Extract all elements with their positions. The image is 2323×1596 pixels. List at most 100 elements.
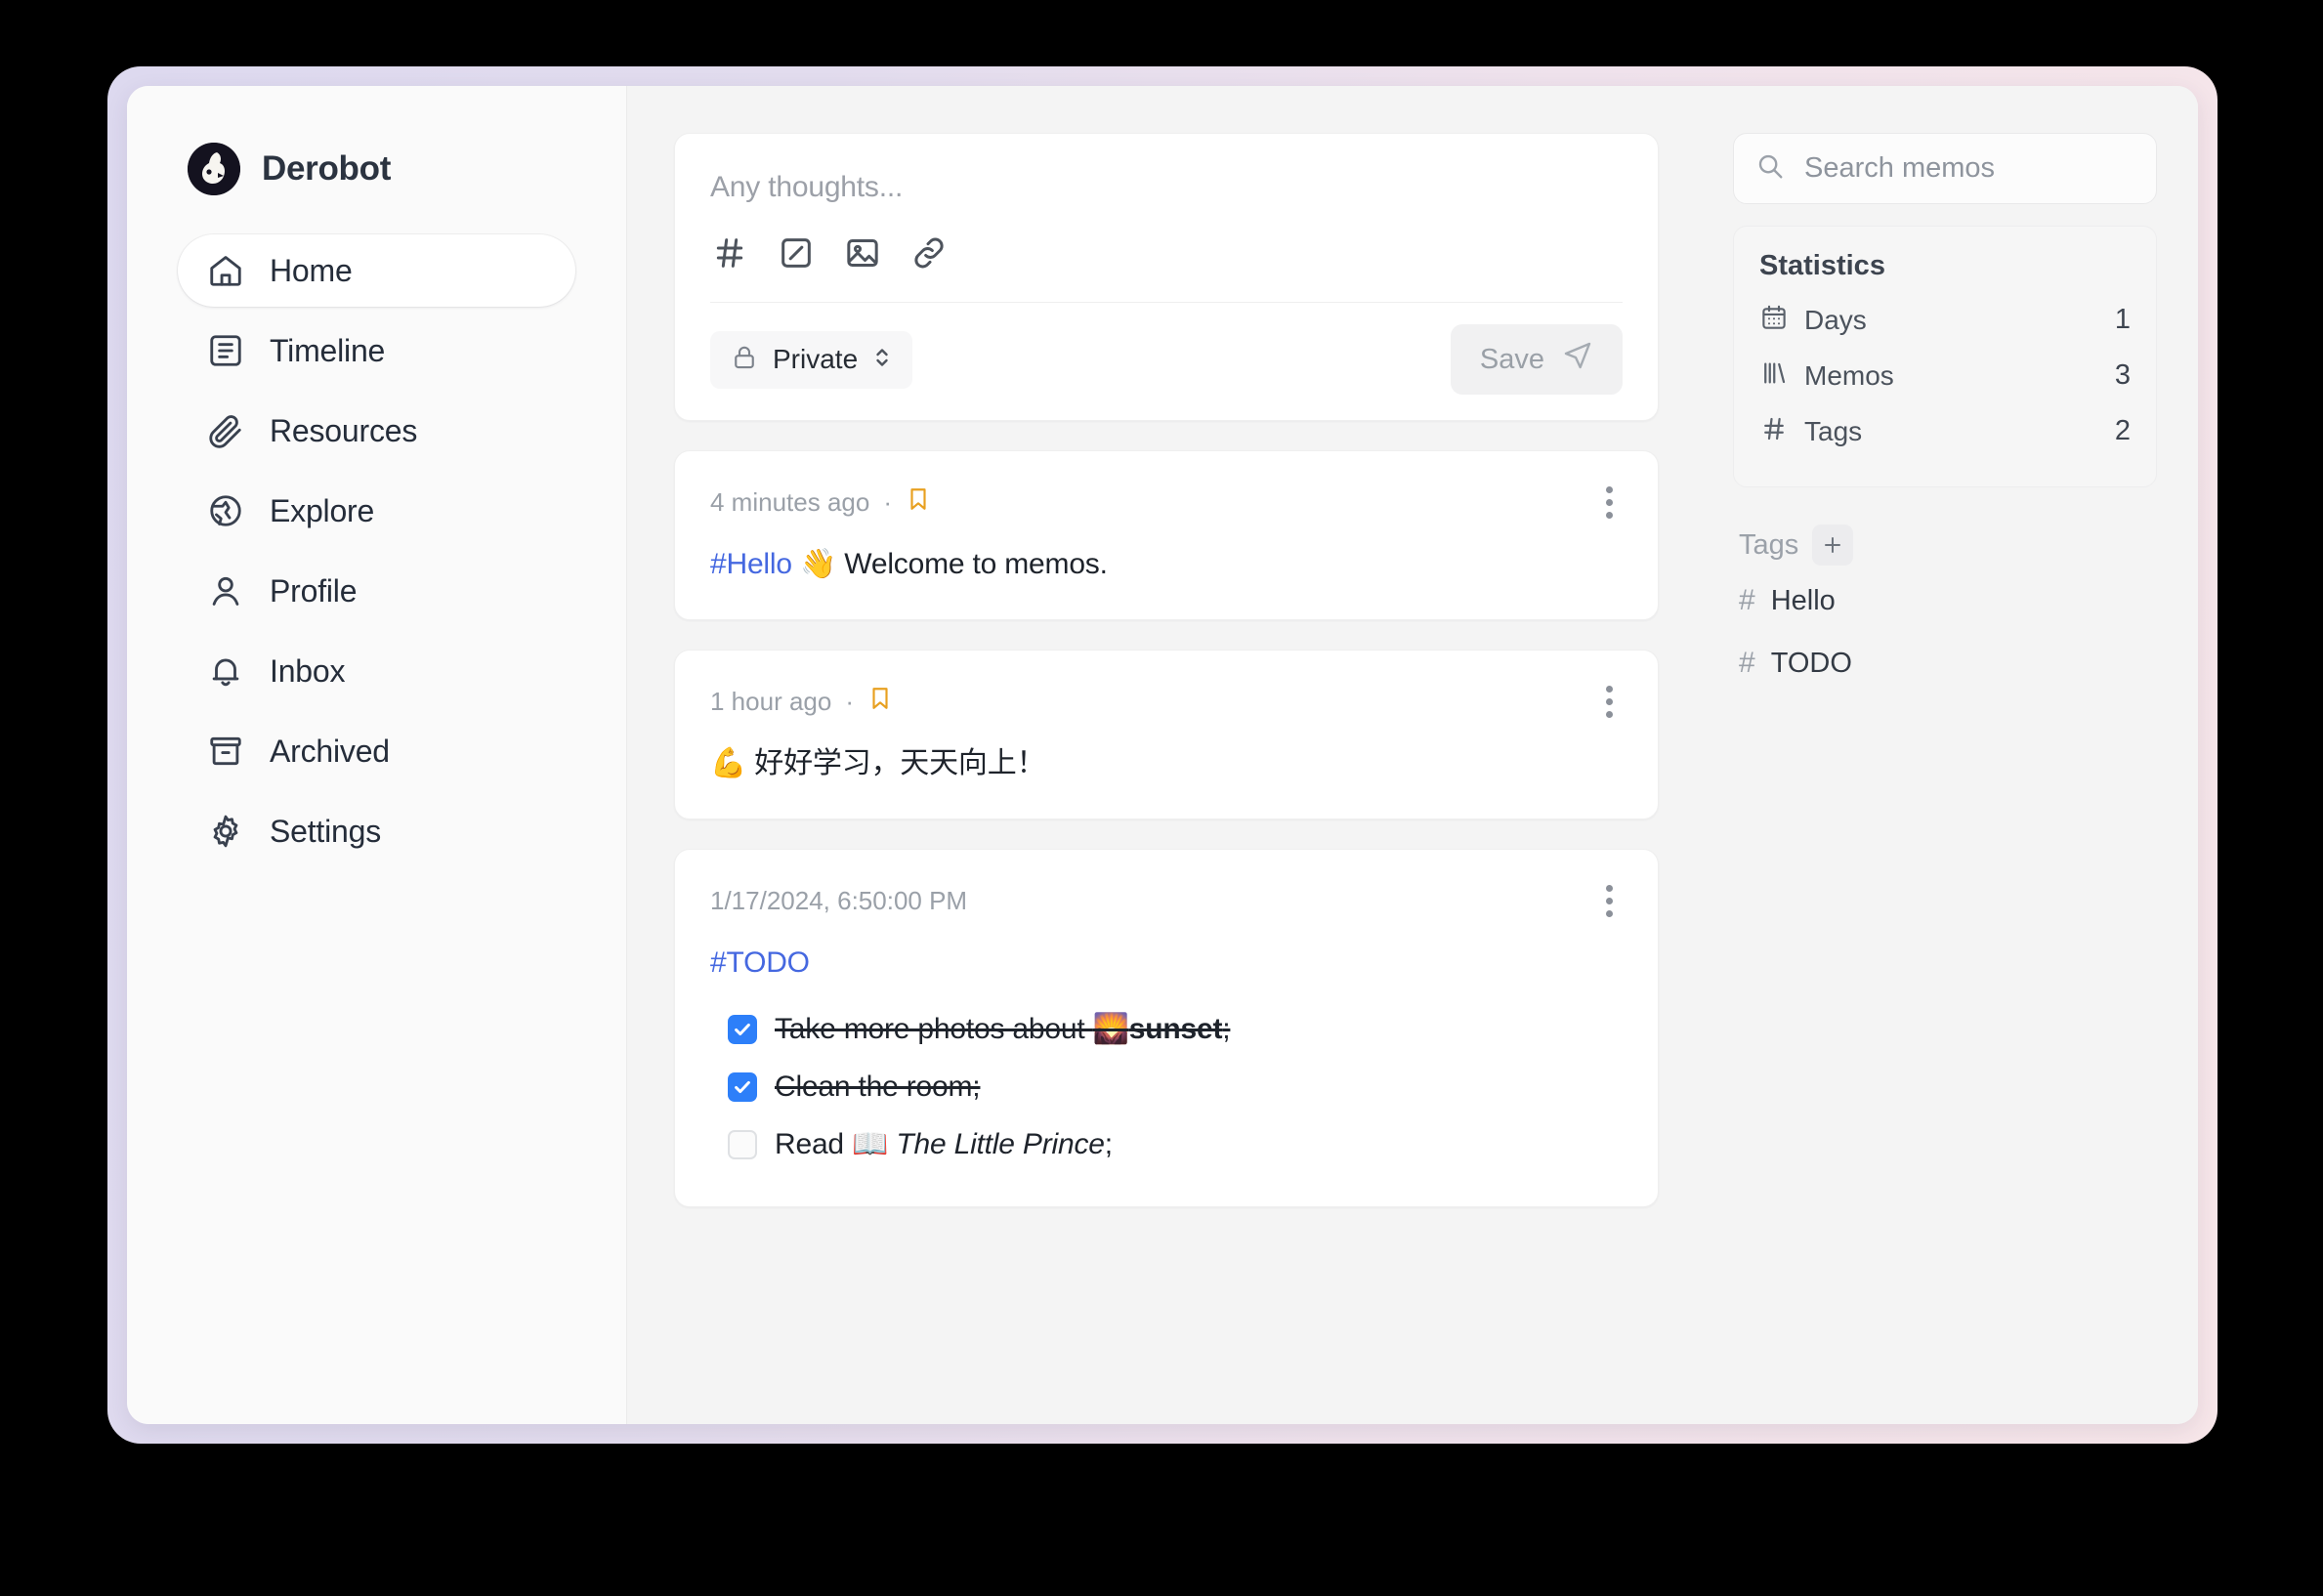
visibility-label: Private — [773, 344, 859, 374]
globe-icon — [207, 492, 244, 529]
hash-icon[interactable] — [710, 233, 749, 273]
memo-menu-button[interactable] — [1595, 879, 1623, 923]
memo-header: 1 hour ago · — [710, 680, 1623, 724]
tags-title: Tags — [1739, 528, 1799, 561]
sidebar-nav: Home Timeline Resources Explore Profile … — [178, 234, 575, 867]
lock-icon — [730, 343, 759, 377]
memo-input[interactable]: Any thoughts... — [710, 167, 1623, 233]
tag-label: TODO — [1770, 647, 1852, 679]
sidebar-item-archived[interactable]: Archived — [178, 715, 575, 787]
memo-header: 4 minutes ago · — [710, 481, 1623, 525]
stat-value: 3 — [2114, 359, 2131, 391]
main-content: Any thoughts... Private Save 4 minutes a… — [627, 86, 1698, 1424]
link-icon[interactable] — [909, 233, 949, 273]
stat-row-days[interactable]: Days 1 — [1759, 292, 2131, 348]
sidebar-item-label: Timeline — [270, 332, 386, 368]
memo-header: 1/17/2024, 6:50:00 PM — [710, 879, 1623, 923]
meta-separator: · — [883, 487, 892, 517]
task-text: Take more photos about 🌄sunset; — [775, 1013, 1231, 1045]
sidebar-item-timeline[interactable]: Timeline — [178, 315, 575, 387]
checkbox-checked-icon[interactable] — [728, 1071, 757, 1102]
avatar — [188, 143, 240, 195]
gear-icon — [207, 813, 244, 850]
save-label: Save — [1479, 343, 1544, 375]
right-sidebar: Statistics Days 1 — [1698, 86, 2198, 1424]
brand-header[interactable]: Derobot — [178, 143, 575, 195]
tag-item-todo[interactable]: # TODO — [1733, 632, 2157, 694]
tag-item-hello[interactable]: # Hello — [1733, 569, 2157, 632]
hash-icon: # — [1739, 584, 1755, 616]
user-icon — [207, 572, 244, 609]
chevron-updown-icon — [871, 343, 893, 377]
window-frame: Derobot Home Timeline Resources Explore … — [107, 66, 2217, 1444]
memo-card: 1/17/2024, 6:50:00 PM #TODO Take more ph… — [674, 849, 1659, 1207]
sidebar-item-label: Explore — [270, 492, 375, 528]
task-item: Clean the room; — [710, 1058, 1623, 1115]
stat-label: Days — [1804, 304, 1867, 335]
send-icon — [1562, 340, 1593, 379]
stat-row-tags[interactable]: Tags 2 — [1759, 403, 2131, 459]
memo-card: 1 hour ago · 💪 好好学习，天天向上！ — [674, 650, 1659, 819]
bookmark-icon[interactable] — [906, 484, 931, 521]
image-icon[interactable] — [843, 233, 882, 273]
statistics-panel: Statistics Days 1 Memos 3 Tags 2 — [1733, 226, 2157, 487]
memo-content: #Hello 👋 Welcome to memos. — [710, 542, 1623, 586]
stat-value: 1 — [2114, 304, 2131, 335]
checkbox-checked-icon[interactable] — [728, 1014, 757, 1044]
memo-content: 💪 好好学习，天天向上！ — [710, 747, 1046, 779]
stat-value: 2 — [2114, 415, 2131, 446]
stat-label: Memos — [1804, 359, 1894, 391]
tag-link[interactable]: #TODO — [710, 941, 1623, 985]
sidebar-item-home[interactable]: Home — [178, 234, 575, 307]
memo-meta: 1/17/2024, 6:50:00 PM — [710, 886, 967, 916]
memo-card: 4 minutes ago · #Hello 👋 Welcome to memo… — [674, 450, 1659, 620]
memo-menu-button[interactable] — [1595, 481, 1623, 525]
plus-icon[interactable] — [1812, 525, 1854, 566]
sidebar-item-resources[interactable]: Resources — [178, 395, 575, 467]
sidebar-item-label: Settings — [270, 813, 382, 849]
memo-timestamp: 1/17/2024, 6:50:00 PM — [710, 886, 968, 915]
checkbox-unchecked-icon[interactable] — [728, 1129, 757, 1159]
memo-menu-button[interactable] — [1595, 680, 1623, 724]
task-item: Take more photos about 🌄sunset; — [710, 1000, 1623, 1058]
paperclip-icon — [207, 412, 244, 449]
sidebar-item-label: Profile — [270, 572, 358, 609]
calendar-icon — [1759, 303, 1789, 337]
search-icon — [1755, 151, 1785, 186]
memo-editor: Any thoughts... Private Save — [674, 133, 1659, 421]
task-text: Clean the room; — [775, 1071, 981, 1103]
memo-timestamp: 1 hour ago — [710, 687, 832, 716]
sidebar-item-settings[interactable]: Settings — [178, 795, 575, 867]
bell-icon — [207, 652, 244, 690]
checkbox-task-icon[interactable] — [777, 233, 816, 273]
memo-meta: 4 minutes ago · — [710, 484, 931, 521]
search-box[interactable] — [1733, 133, 2157, 204]
memo-timestamp: 4 minutes ago — [710, 487, 870, 517]
editor-toolbar — [710, 233, 1623, 303]
brand-name: Derobot — [262, 149, 392, 188]
home-icon — [207, 252, 244, 289]
memo-content: #TODO Take more photos about 🌄sunset; Cl… — [710, 941, 1623, 1173]
sidebar-item-label: Resources — [270, 412, 418, 448]
memo-meta: 1 hour ago · — [710, 684, 893, 720]
stat-label: Tags — [1804, 415, 1863, 446]
sidebar-item-label: Inbox — [270, 652, 346, 689]
tags-header: Tags — [1733, 509, 2157, 569]
save-button[interactable]: Save — [1450, 324, 1623, 395]
search-input[interactable] — [1804, 152, 2134, 185]
sidebar-item-profile[interactable]: Profile — [178, 555, 575, 627]
bookmark-icon[interactable] — [867, 684, 893, 720]
sidebar-item-inbox[interactable]: Inbox — [178, 635, 575, 707]
meta-separator: · — [845, 687, 854, 716]
memo-text: 👋 Welcome to memos. — [791, 548, 1108, 580]
sidebar-item-explore[interactable]: Explore — [178, 475, 575, 547]
statistics-title: Statistics — [1759, 250, 1885, 281]
tag-link[interactable]: #Hello — [710, 548, 792, 580]
sidebar-item-label: Archived — [270, 733, 390, 769]
archive-icon — [207, 733, 244, 770]
library-icon — [1759, 358, 1789, 393]
visibility-selector[interactable]: Private — [710, 330, 913, 389]
task-text: Read 📖 The Little Prince; — [775, 1128, 1113, 1160]
stat-row-memos[interactable]: Memos 3 — [1759, 348, 2131, 403]
sidebar-item-label: Home — [270, 252, 353, 288]
